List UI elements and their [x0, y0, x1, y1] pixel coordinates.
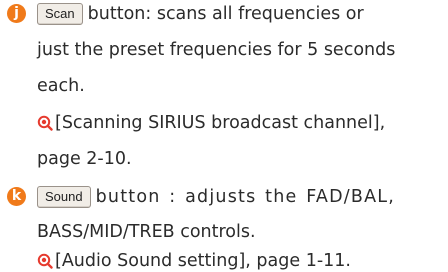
item-j-text2: just the preset frequencies for 5 second…: [37, 40, 396, 60]
magnifier-ref-icon: [37, 253, 53, 269]
item-k-text1: button : adjusts the FAD/BAL,: [95, 187, 395, 207]
item-j-text1: button: scans all frequencies or: [87, 4, 364, 24]
scan-button[interactable]: Scan: [37, 3, 83, 25]
item-j-ref-line2: page 2-10.: [37, 149, 132, 169]
item-marker-j: j: [7, 4, 26, 23]
item-k-line2: BASS/MID/TREB controls.: [37, 222, 256, 242]
magnifier-ref-icon: [37, 115, 53, 131]
item-k-ref-line1: [Audio Sound setting], page 1-11.: [37, 251, 351, 271]
item-j-line2: just the preset frequencies for 5 second…: [37, 40, 395, 60]
item-j-ref-line1: [Scanning SIRIUS broadcast channel],: [37, 113, 385, 133]
item-j-line1: Scan button: scans all frequencies or: [37, 3, 364, 25]
item-k-reference-link[interactable]: [Audio Sound setting], page 1-11.: [55, 251, 351, 271]
sound-button[interactable]: Sound: [37, 186, 91, 208]
item-j-line3: each.: [37, 76, 85, 96]
item-j-reference-page: page 2-10.: [37, 149, 132, 169]
item-k-text2: BASS/MID/TREB controls.: [37, 222, 256, 242]
item-j-reference-link[interactable]: [Scanning SIRIUS broadcast channel],: [55, 113, 385, 133]
item-marker-k: k: [7, 187, 26, 206]
item-j-text3: each.: [37, 76, 85, 96]
item-k-line1: Sound button : adjusts the FAD/BAL,: [37, 186, 395, 208]
